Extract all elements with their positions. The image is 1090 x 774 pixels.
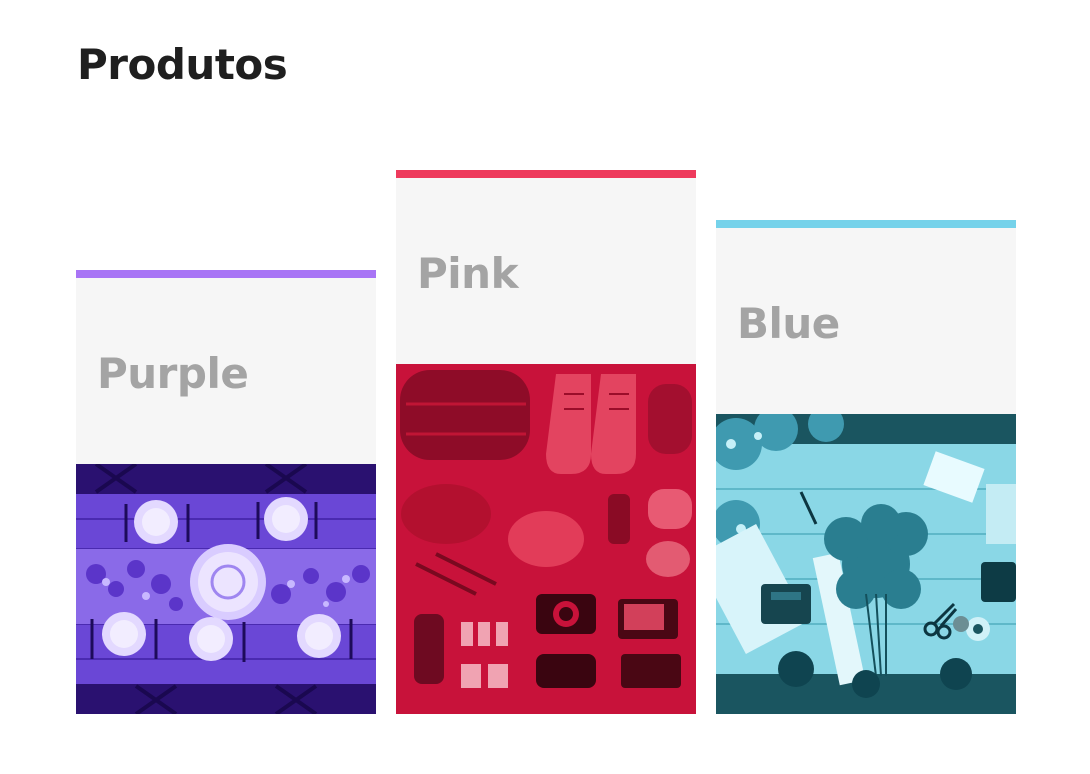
card-accent-bar: [76, 270, 376, 278]
card-header: Blue: [716, 228, 1016, 414]
page-title: Produtos: [77, 40, 288, 89]
flower-workbench-image: [716, 414, 1016, 714]
card-header: Purple: [76, 278, 376, 464]
travel-gear-image: [396, 364, 696, 714]
card-title: Purple: [97, 349, 249, 398]
dinner-table-image: [76, 464, 376, 714]
card-title: Pink: [417, 249, 519, 298]
product-card-blue[interactable]: Blue: [716, 220, 1016, 714]
card-accent-bar: [716, 220, 1016, 228]
card-title: Blue: [737, 299, 840, 348]
card-accent-bar: [396, 170, 696, 178]
card-header: Pink: [396, 178, 696, 364]
product-card-pink[interactable]: Pink: [396, 170, 696, 714]
product-card-purple[interactable]: Purple: [76, 270, 376, 714]
